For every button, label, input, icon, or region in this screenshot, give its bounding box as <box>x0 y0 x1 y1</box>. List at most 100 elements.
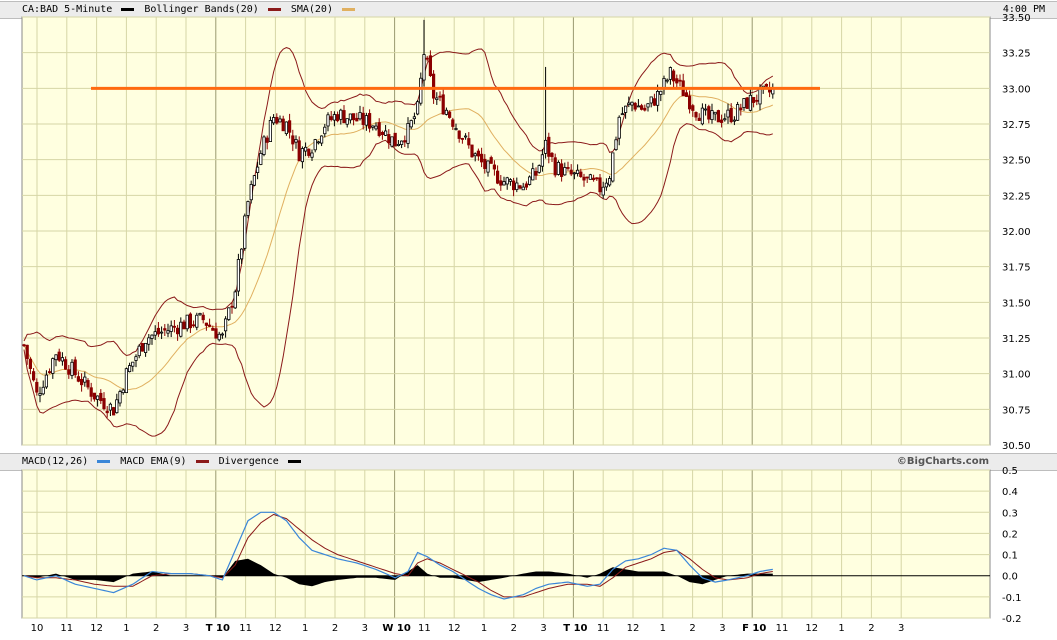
candle-body <box>720 119 724 123</box>
candle-body <box>726 109 730 118</box>
candle-body <box>585 176 589 179</box>
candle-body <box>159 331 164 334</box>
x-tick-label: 12 <box>805 623 818 634</box>
candle-body <box>329 116 333 121</box>
candle-body <box>630 101 634 106</box>
candle-body <box>409 120 413 128</box>
candle-body <box>201 314 205 321</box>
candle-body <box>608 178 612 186</box>
candle-body <box>764 83 769 87</box>
candle-body <box>601 186 605 196</box>
candle-body <box>262 136 266 155</box>
x-tick-label: F 10 <box>742 623 766 634</box>
candle-body <box>326 114 330 127</box>
candle-body <box>595 177 599 180</box>
candle-body <box>729 108 733 123</box>
candle-body <box>467 138 471 146</box>
price-y-tick-label: 32.00 <box>1002 227 1031 238</box>
candle-body <box>524 183 529 188</box>
candle-body <box>179 321 183 337</box>
x-tick-label: 3 <box>540 623 546 634</box>
candle-body <box>374 125 378 130</box>
candle-body <box>316 141 321 144</box>
candle-body <box>367 113 372 129</box>
x-tick-label: 11 <box>597 623 610 634</box>
candle-body <box>556 161 561 175</box>
macd-y-tick-label: 0.4 <box>1002 487 1018 498</box>
candle-body <box>396 143 401 146</box>
candle-body <box>153 331 157 336</box>
candle-body <box>99 392 103 401</box>
candle-body <box>499 180 503 186</box>
candle-body <box>319 135 324 144</box>
candle-body <box>550 152 554 158</box>
candle-body <box>447 111 452 118</box>
x-tick-label: 11 <box>239 623 252 634</box>
candle-body <box>377 122 381 136</box>
candle-body <box>492 164 497 170</box>
candle-body <box>291 135 295 145</box>
candle-body <box>547 136 551 157</box>
candle-body <box>620 113 625 116</box>
candle-body <box>431 73 436 99</box>
x-tick-label: 1 <box>123 623 129 634</box>
candle-body <box>140 343 144 352</box>
candle-body <box>131 361 135 367</box>
candle-body <box>425 57 429 60</box>
x-tick-label: 2 <box>332 623 338 634</box>
candle-body <box>310 152 314 158</box>
x-tick-label: 11 <box>418 623 431 634</box>
candle-body <box>230 305 234 308</box>
candle-body <box>102 398 106 410</box>
candle-body <box>483 158 487 169</box>
candle-body <box>755 99 759 102</box>
candle-body <box>25 344 29 359</box>
x-tick-label: 2 <box>689 623 695 634</box>
candle-body <box>255 166 260 174</box>
candle-body <box>617 116 621 139</box>
candle-body <box>118 391 122 404</box>
candle-body <box>476 150 481 157</box>
price-y-tick-label: 32.25 <box>1002 191 1031 202</box>
candle-body <box>627 102 631 105</box>
candle-body <box>544 139 548 154</box>
candle-body <box>188 313 192 329</box>
candle-body <box>351 113 356 121</box>
candle-body <box>732 119 737 122</box>
candle-body <box>137 345 141 357</box>
candle-body <box>736 104 740 121</box>
candle-body <box>89 387 93 397</box>
price-y-tick-label: 30.50 <box>1002 441 1031 452</box>
candle-body <box>649 96 653 104</box>
candle-body <box>380 131 385 136</box>
x-tick-label: 1 <box>481 623 487 634</box>
candle-body <box>451 119 455 127</box>
candle-body <box>502 181 506 186</box>
candle-body <box>419 77 423 104</box>
candle-body <box>38 393 42 396</box>
x-tick-label: 1 <box>838 623 844 634</box>
candle-body <box>745 97 749 109</box>
candle-body <box>489 157 493 164</box>
candle-body <box>92 392 96 400</box>
candle-body <box>742 98 746 108</box>
candle-body <box>515 182 519 191</box>
candle-body <box>41 386 45 395</box>
candle-body <box>508 179 513 182</box>
candle-body <box>463 135 468 138</box>
candle-body <box>700 107 705 125</box>
candle-body <box>684 92 689 97</box>
candle-body <box>220 333 224 336</box>
candle-body <box>127 365 132 373</box>
x-tick-label: 1 <box>660 623 666 634</box>
macd-y-tick-label: 0.3 <box>1002 508 1018 519</box>
candle-body <box>195 314 199 328</box>
candle-body <box>239 248 244 260</box>
macd-y-tick-label: 0.1 <box>1002 551 1018 562</box>
candle-body <box>470 144 474 158</box>
candle-body <box>150 334 154 339</box>
candle-body <box>35 381 39 393</box>
candle-body <box>383 130 388 136</box>
candle-body <box>371 125 375 128</box>
candle-body <box>28 358 33 369</box>
